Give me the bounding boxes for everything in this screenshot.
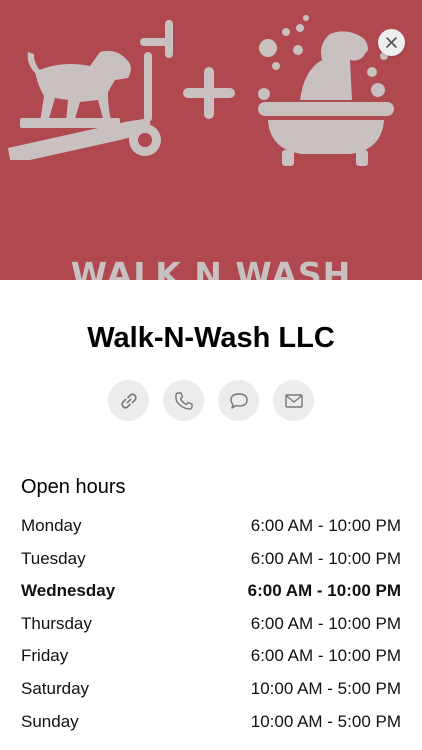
- day-hours: 6:00 AM - 10:00 PM: [250, 646, 401, 666]
- mail-icon: [284, 393, 303, 408]
- walk-and-wash-illustration: [8, 15, 394, 166]
- day-hours: 6:00 AM - 10:00 PM: [247, 581, 401, 601]
- day-label: Thursday: [21, 613, 92, 633]
- day-label: Friday: [21, 646, 69, 666]
- day-label: Tuesday: [21, 548, 86, 568]
- banner-brand-text: WALK N WASH: [70, 255, 352, 280]
- day-label: Saturday: [21, 678, 90, 698]
- business-name: Walk-N-Wash LLC: [87, 322, 335, 354]
- day-hours: 6:00 AM - 10:00 PM: [250, 548, 401, 568]
- day-label: Wednesday: [21, 581, 116, 601]
- day-hours: 10:00 AM - 5:00 PM: [250, 678, 401, 698]
- open-hours-heading: Open hours: [21, 476, 126, 498]
- hours-row-tuesday: Tuesday 6:00 AM - 10:00 PM: [21, 545, 401, 578]
- message-icon: [229, 392, 248, 409]
- website-link-button[interactable]: [108, 380, 149, 421]
- day-hours: 6:00 AM - 10:00 PM: [250, 516, 401, 535]
- message-button[interactable]: [218, 380, 259, 421]
- open-hours-list: Monday 6:00 AM - 10:00 PM Tuesday 6:00 A…: [21, 512, 401, 740]
- day-hours: 6:00 AM - 10:00 PM: [250, 613, 401, 633]
- day-label: Monday: [21, 516, 82, 535]
- hours-row-sunday: Sunday 10:00 AM - 5:00 PM: [21, 708, 401, 741]
- hours-row-thursday: Thursday 6:00 AM - 10:00 PM: [21, 610, 401, 643]
- day-hours: 10:00 AM - 5:00 PM: [250, 711, 401, 731]
- link-icon: [120, 392, 137, 409]
- close-icon: [386, 37, 397, 48]
- day-label: Sunday: [21, 711, 79, 731]
- business-banner: WALK N WASH: [0, 0, 422, 280]
- contact-actions: [108, 380, 314, 421]
- hours-row-friday: Friday 6:00 AM - 10:00 PM: [21, 642, 401, 675]
- hours-row-wednesday: Wednesday 6:00 AM - 10:00 PM: [21, 577, 401, 610]
- hours-row-monday: Monday 6:00 AM - 10:00 PM: [21, 512, 401, 545]
- email-button[interactable]: [273, 380, 314, 421]
- call-button[interactable]: [163, 380, 204, 421]
- phone-icon: [174, 391, 193, 410]
- close-button[interactable]: [378, 29, 405, 56]
- hours-row-saturday: Saturday 10:00 AM - 5:00 PM: [21, 675, 401, 708]
